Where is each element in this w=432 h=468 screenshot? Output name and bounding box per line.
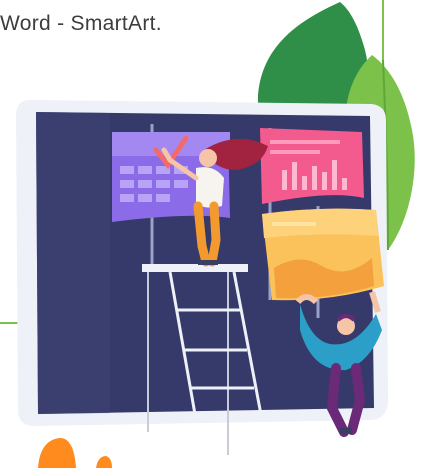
document-line-1 [272,222,316,226]
chart-card-line-2 [270,150,320,154]
orange-accent-shape [38,438,76,468]
board-shadow-panel [36,112,110,414]
illustration-page: Word - SmartArt. [0,0,432,468]
orange-accent-dot [96,456,112,468]
smartart-illustration [0,0,415,468]
platform [142,264,248,272]
chart-card-line-1 [270,140,340,144]
